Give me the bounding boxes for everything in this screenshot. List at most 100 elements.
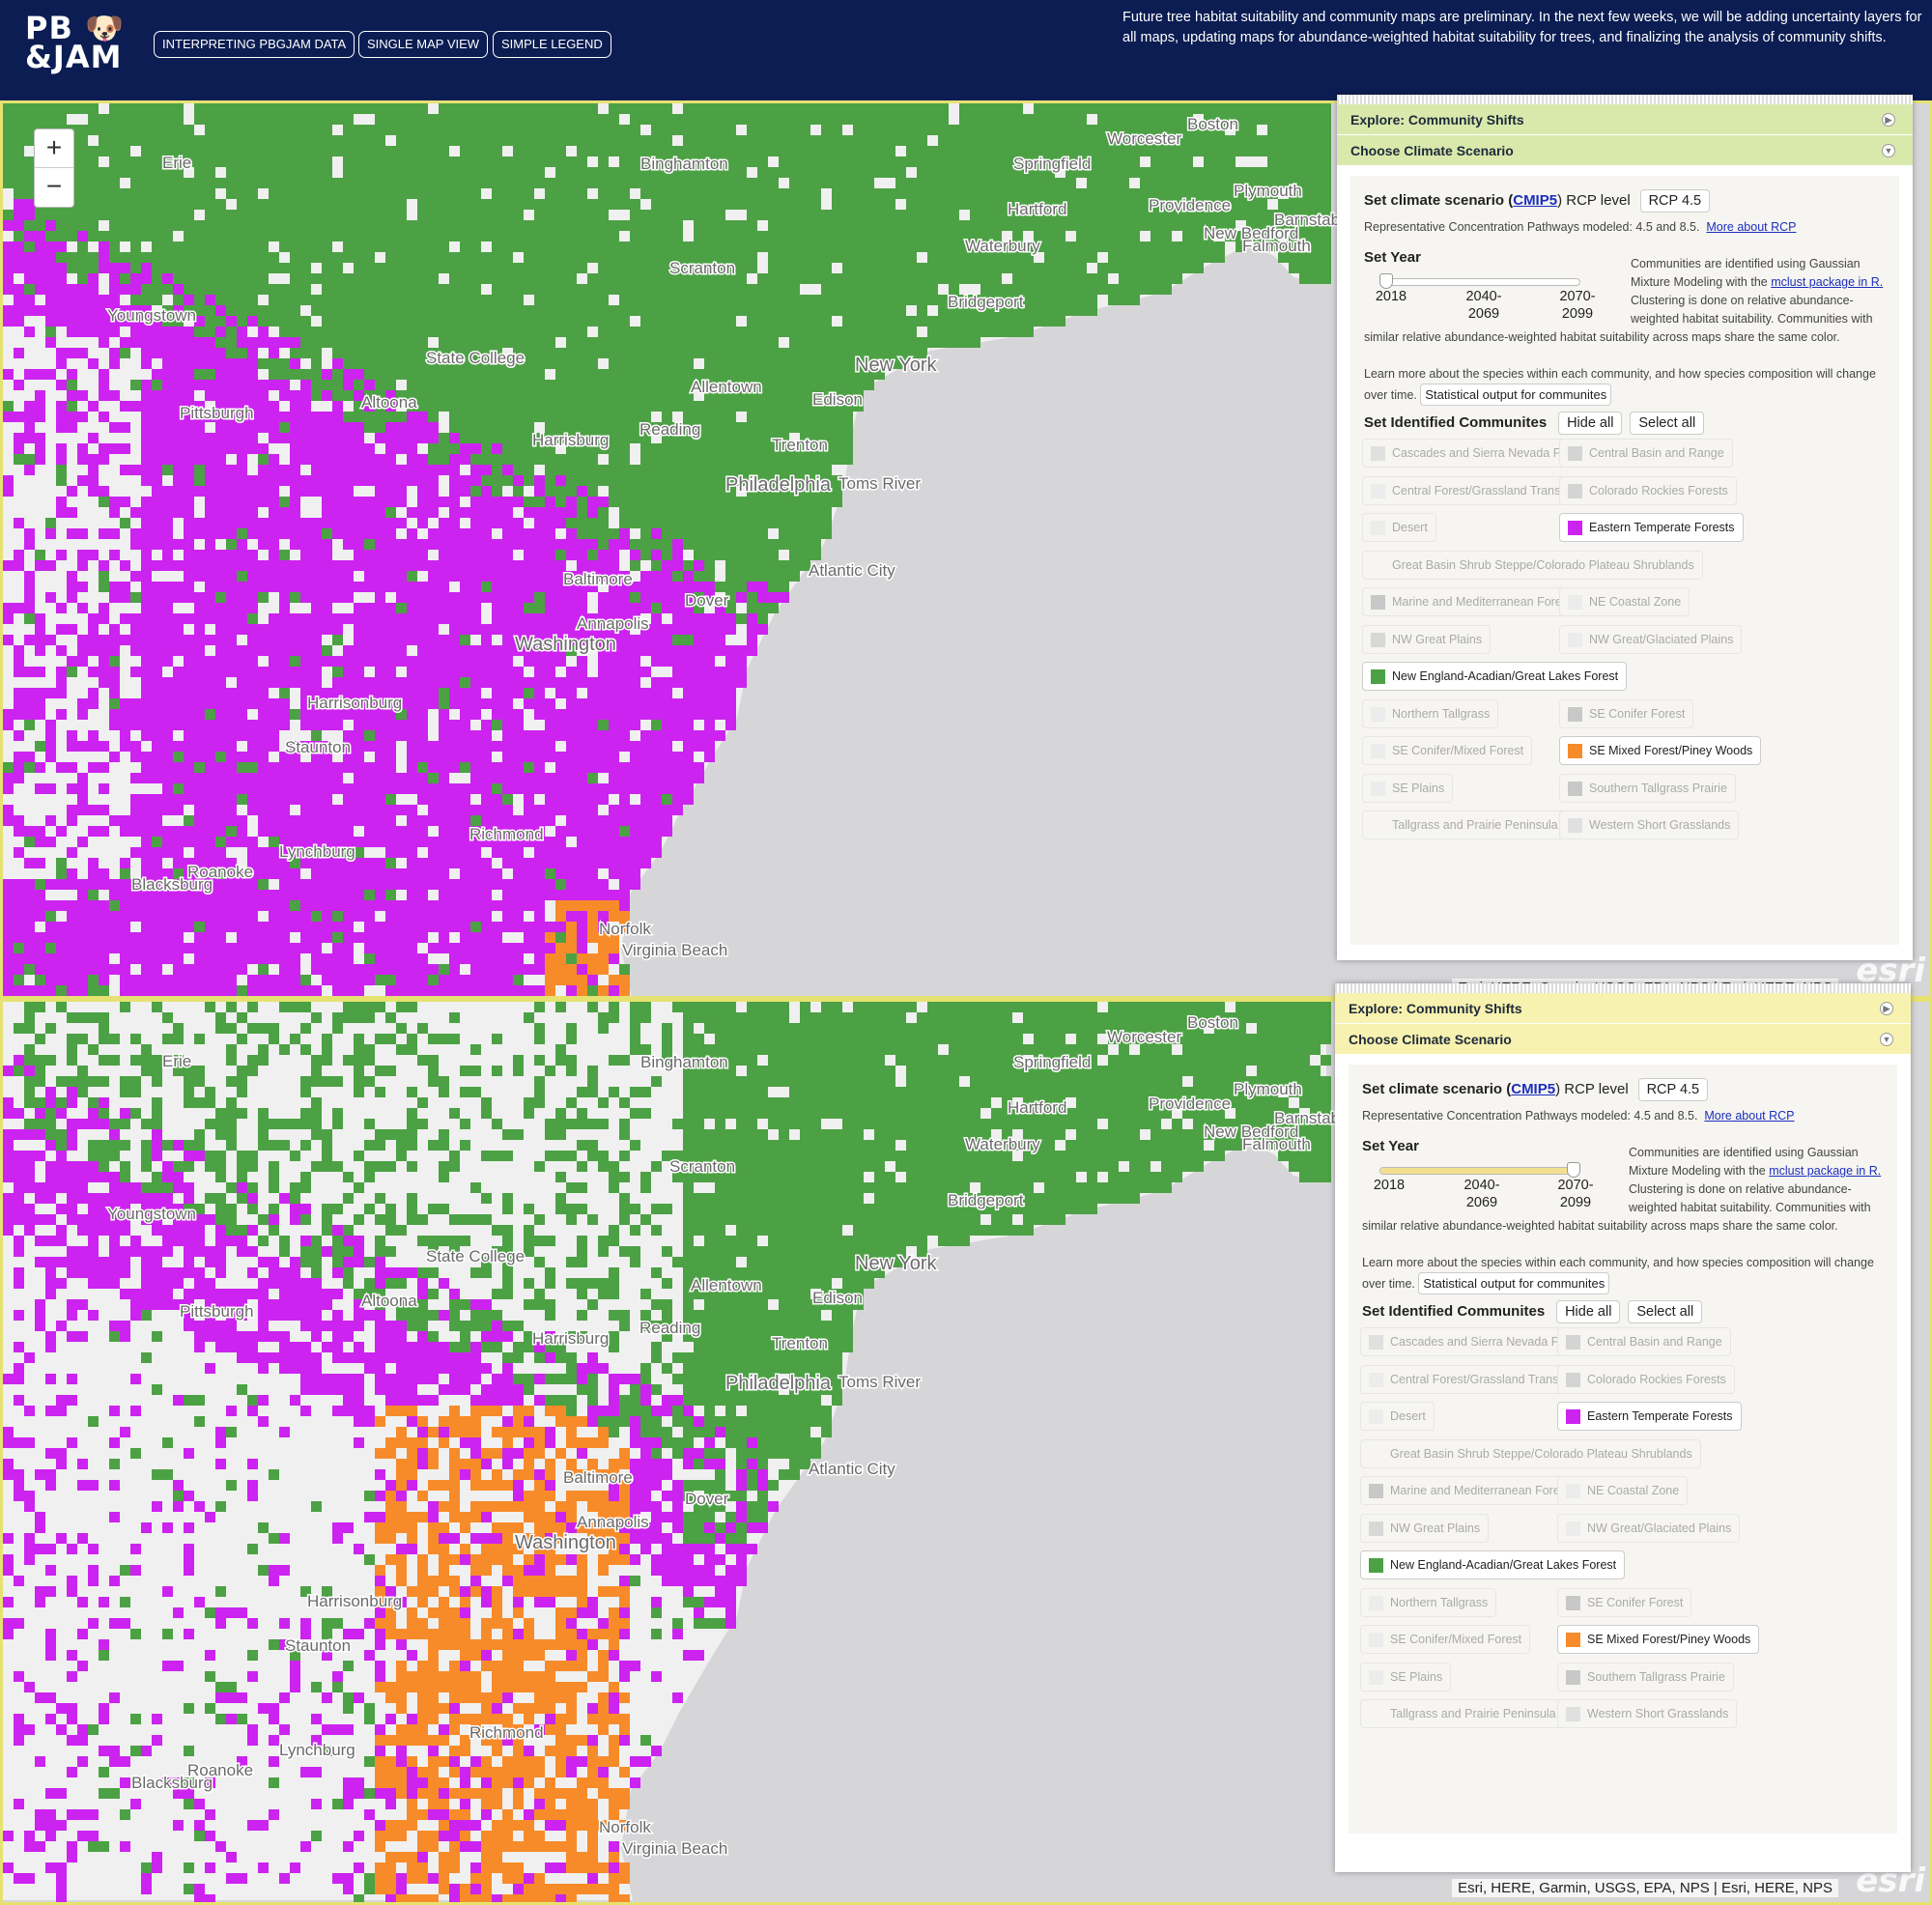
- community-toggle-new-england-acadian-great-lakes-forest[interactable]: New England-Acadian/Great Lakes Forest: [1362, 662, 1628, 691]
- community-toggle-colorado-rockies-forests[interactable]: Colorado Rockies Forests: [1559, 475, 1737, 505]
- city-label: Dover: [685, 591, 729, 610]
- community-toggle-eastern-temperate-forests[interactable]: Eastern Temperate Forests: [1559, 513, 1744, 542]
- community-toggle-central-basin-and-range[interactable]: Central Basin and Range: [1559, 439, 1733, 468]
- community-toggle-marine-and-mediterranean-forests[interactable]: Marine and Mediterranean Forests: [1360, 1476, 1584, 1505]
- community-toggle-nw-great-glaciated-plains[interactable]: NW Great/Glaciated Plains: [1559, 624, 1743, 654]
- pbgjam-logo[interactable]: PB 🐶 &JAM: [25, 13, 125, 72]
- community-label: SE Conifer Forest: [1587, 1595, 1684, 1609]
- select-all-button[interactable]: Select all: [1630, 412, 1705, 435]
- community-label: New England-Acadian/Great Lakes Forest: [1392, 669, 1619, 683]
- community-label: NW Great Plains: [1390, 1521, 1481, 1535]
- map-attribution[interactable]: Esri, HERE, Garmin, USGS, EPA, NPS | Esr…: [1452, 1879, 1838, 1897]
- community-toggle-desert[interactable]: Desert: [1360, 1402, 1435, 1431]
- community-toggle-ne-coastal-zone[interactable]: NE Coastal Zone: [1559, 587, 1690, 616]
- city-label: Springfield: [1013, 1053, 1091, 1071]
- rcp-level-select[interactable]: RCP 4.5: [1637, 1078, 1709, 1101]
- city-label: Philadelphia: [725, 1373, 832, 1394]
- city-label: Pittsburgh: [180, 1302, 254, 1321]
- zoom-in-button[interactable]: +: [35, 129, 73, 168]
- panel-texture: [1335, 983, 1911, 993]
- community-toggle-tallgrass-and-prairie-peninsula[interactable]: Tallgrass and Prairie Peninsula: [1362, 810, 1567, 839]
- community-toggle-nw-great-plains[interactable]: NW Great Plains: [1360, 1513, 1490, 1543]
- more-about-rcp-link[interactable]: More about RCP: [1706, 220, 1796, 234]
- community-toggle-tallgrass-and-prairie-peninsula[interactable]: Tallgrass and Prairie Peninsula: [1360, 1699, 1565, 1728]
- community-toggle-marine-and-mediterranean-forests[interactable]: Marine and Mediterranean Forests: [1362, 587, 1586, 616]
- community-toggle-nw-great-glaciated-plains[interactable]: NW Great/Glaciated Plains: [1557, 1513, 1741, 1543]
- community-toggle-se-conifer-forest[interactable]: SE Conifer Forest: [1557, 1587, 1692, 1617]
- community-toggle-new-england-acadian-great-lakes-forest[interactable]: New England-Acadian/Great Lakes Forest: [1360, 1550, 1626, 1579]
- community-toggle-colorado-rockies-forests[interactable]: Colorado Rockies Forests: [1557, 1364, 1735, 1394]
- city-label: Harrisburg: [532, 431, 609, 449]
- chevron-down-icon[interactable]: ▼: [1880, 1033, 1893, 1046]
- single-map-view-button[interactable]: SINGLE MAP VIEW: [358, 31, 489, 58]
- community-toggle-se-conifer-forest[interactable]: SE Conifer Forest: [1559, 698, 1694, 728]
- community-swatch: [1371, 521, 1385, 535]
- community-toggle-se-plains[interactable]: SE Plains: [1362, 773, 1454, 803]
- set-scenario-suffix: ) RCP level: [1557, 192, 1631, 209]
- city-label: Altoona: [361, 393, 417, 412]
- community-toggle-southern-tallgrass-prairie[interactable]: Southern Tallgrass Prairie: [1559, 773, 1736, 803]
- community-toggle-se-conifer-mixed-forest[interactable]: SE Conifer/Mixed Forest: [1360, 1625, 1531, 1654]
- community-toggle-nw-great-plains[interactable]: NW Great Plains: [1362, 624, 1492, 654]
- community-toggle-eastern-temperate-forests[interactable]: Eastern Temperate Forests: [1557, 1402, 1742, 1431]
- community-label: Northern Tallgrass: [1392, 706, 1491, 721]
- chevron-right-icon[interactable]: ▶: [1882, 113, 1895, 127]
- city-label: Harrisonburg: [307, 694, 402, 712]
- community-label: Central Basin and Range: [1589, 446, 1724, 460]
- community-toggle-central-basin-and-range[interactable]: Central Basin and Range: [1557, 1327, 1731, 1356]
- choose-climate-scenario-header[interactable]: Choose Climate Scenario ▼: [1335, 1024, 1911, 1055]
- community-label: Central Forest/Grassland Transition: [1390, 1372, 1581, 1386]
- community-toggle-central-forest-grassland-transition[interactable]: Central Forest/Grassland Transition: [1360, 1364, 1590, 1394]
- cmip5-link[interactable]: CMIP5: [1511, 1081, 1555, 1097]
- community-toggle-desert[interactable]: Desert: [1362, 513, 1436, 542]
- community-toggle-northern-tallgrass[interactable]: Northern Tallgrass: [1360, 1587, 1497, 1617]
- community-label: Marine and Mediterranean Forests: [1392, 595, 1577, 609]
- community-toggle-western-short-grasslands[interactable]: Western Short Grasslands: [1559, 810, 1740, 839]
- city-label: Dover: [685, 1490, 729, 1508]
- community-toggle-central-forest-grassland-transition[interactable]: Central Forest/Grassland Transition: [1362, 475, 1592, 505]
- community-swatch: [1566, 1521, 1580, 1536]
- mclust-link[interactable]: mclust package in R.: [1769, 1164, 1881, 1178]
- rcp-level-select[interactable]: RCP 4.5: [1639, 189, 1711, 213]
- community-swatch: [1369, 1633, 1383, 1647]
- explore-community-shifts-header[interactable]: Explore: Community Shifts ▶: [1335, 993, 1911, 1024]
- cmip5-link[interactable]: CMIP5: [1513, 192, 1557, 209]
- city-label: New York: [855, 1253, 937, 1274]
- select-all-button[interactable]: Select all: [1628, 1300, 1703, 1323]
- community-toggle-se-mixed-forest-piney-woods[interactable]: SE Mixed Forest/Piney Woods: [1557, 1625, 1760, 1654]
- community-toggle-great-basin-shrub-steppe-colorado-plateau-shrublands[interactable]: Great Basin Shrub Steppe/Colorado Platea…: [1362, 550, 1703, 580]
- community-label: Desert: [1392, 521, 1428, 534]
- city-label: Philadelphia: [725, 474, 832, 496]
- more-about-rcp-link[interactable]: More about RCP: [1704, 1109, 1794, 1123]
- chevron-right-icon[interactable]: ▶: [1880, 1002, 1893, 1015]
- community-toggle-se-mixed-forest-piney-woods[interactable]: SE Mixed Forest/Piney Woods: [1559, 736, 1762, 765]
- city-label: Norfolk: [599, 1818, 651, 1836]
- community-label: Cascades and Sierra Nevada Forest: [1390, 1335, 1586, 1349]
- choose-climate-scenario-header[interactable]: Choose Climate Scenario ▼: [1337, 135, 1913, 166]
- simple-legend-button[interactable]: SIMPLE LEGEND: [493, 31, 611, 58]
- community-toggle-se-conifer-mixed-forest[interactable]: SE Conifer/Mixed Forest: [1362, 736, 1533, 765]
- mclust-link[interactable]: mclust package in R.: [1771, 275, 1883, 289]
- statistical-output-button[interactable]: Statistical output for communites: [1418, 1272, 1610, 1294]
- community-swatch: [1369, 1372, 1383, 1387]
- community-toggle-northern-tallgrass[interactable]: Northern Tallgrass: [1362, 698, 1499, 728]
- statistical-output-button[interactable]: Statistical output for communites: [1420, 384, 1612, 406]
- community-toggle-southern-tallgrass-prairie[interactable]: Southern Tallgrass Prairie: [1557, 1662, 1734, 1692]
- city-label: New York: [855, 355, 937, 376]
- community-toggle-western-short-grasslands[interactable]: Western Short Grasslands: [1557, 1699, 1738, 1728]
- hide-all-button[interactable]: Hide all: [1558, 412, 1623, 435]
- community-toggle-se-plains[interactable]: SE Plains: [1360, 1662, 1452, 1692]
- community-toggle-great-basin-shrub-steppe-colorado-plateau-shrublands[interactable]: Great Basin Shrub Steppe/Colorado Platea…: [1360, 1438, 1701, 1468]
- chevron-down-icon[interactable]: ▼: [1882, 144, 1895, 157]
- community-toggle-ne-coastal-zone[interactable]: NE Coastal Zone: [1557, 1476, 1689, 1505]
- hide-all-button[interactable]: Hide all: [1556, 1300, 1621, 1323]
- city-label: Scranton: [669, 259, 735, 277]
- community-label: Southern Tallgrass Prairie: [1587, 1669, 1725, 1684]
- city-label: State College: [426, 1247, 525, 1265]
- city-label: Harrisonburg: [307, 1592, 402, 1610]
- interpreting-data-button[interactable]: INTERPRETING PBGJAM DATA: [154, 31, 355, 58]
- explore-community-shifts-header[interactable]: Explore: Community Shifts ▶: [1337, 104, 1913, 135]
- community-label: Central Forest/Grassland Transition: [1392, 483, 1583, 498]
- community-label: SE Plains: [1392, 781, 1445, 795]
- zoom-out-button[interactable]: −: [35, 168, 73, 207]
